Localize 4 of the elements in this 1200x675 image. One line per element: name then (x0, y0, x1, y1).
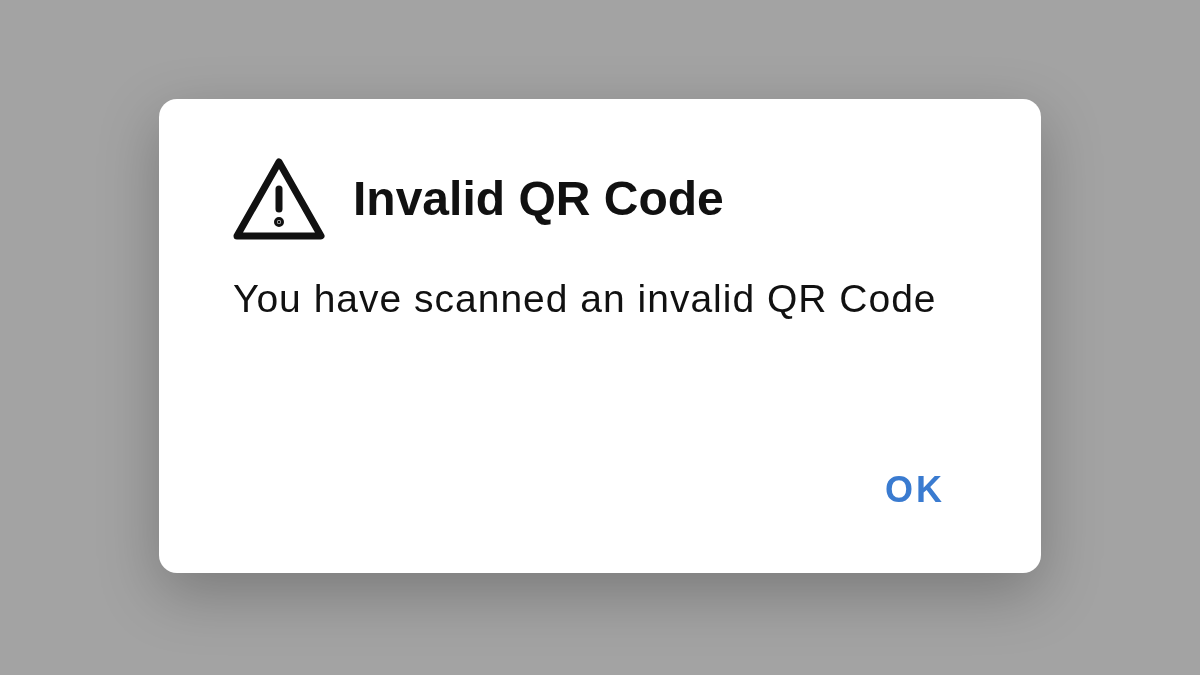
warning-icon (233, 157, 325, 241)
dialog-title: Invalid QR Code (353, 175, 724, 223)
dialog-message: You have scanned an invalid QR Code (233, 276, 938, 322)
ok-button[interactable]: OK (877, 463, 953, 517)
